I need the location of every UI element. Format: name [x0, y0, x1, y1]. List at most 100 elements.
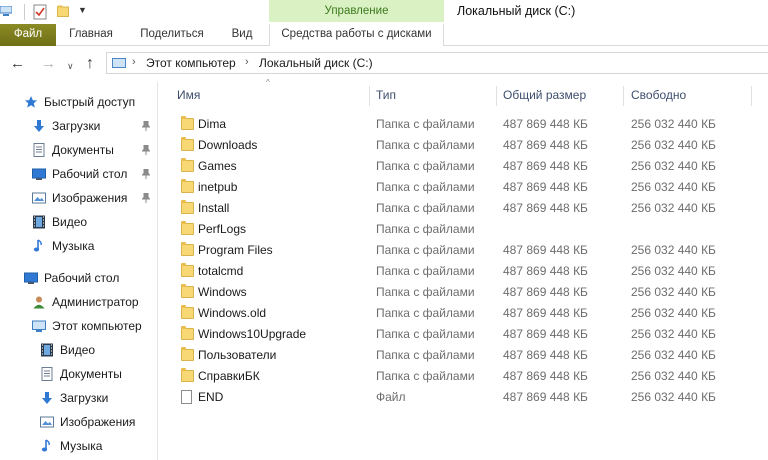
file-name: Dima [198, 117, 227, 131]
table-row[interactable]: Downloads Папка с файлами 487 869 448 КБ 25… [170, 135, 768, 156]
address-bar[interactable]: › Этот компьютер › Локальный диск (C:) [106, 52, 768, 74]
column-header-name[interactable]: Имя [177, 82, 200, 108]
table-row[interactable]: Windows Папка с файлами 487 869 448 КБ 256 … [170, 282, 768, 303]
document-icon [33, 143, 45, 157]
table-row[interactable]: Program Files Папка с файлами 487 869 448 … [170, 240, 768, 261]
file-name: Windows10Upgrade [198, 327, 307, 341]
file-name: totalcmd [198, 264, 244, 278]
recent-locations-icon[interactable]: ∨ [67, 59, 74, 74]
file-type: Папка с файлами [376, 180, 475, 194]
file-type: Папка с файлами [376, 138, 475, 152]
file-type: Папка с файлами [376, 243, 475, 257]
table-row[interactable]: PerfLogs Папка с файлами [170, 219, 768, 240]
pin-icon[interactable] [142, 169, 150, 179]
pictures-icon [32, 192, 46, 204]
music-note-icon [41, 439, 50, 452]
free-space: 256 032 440 КБ [631, 369, 716, 383]
tab-home[interactable]: Главная [56, 24, 126, 46]
navigation-pane: Быстрый доступ Загрузки Документы Рабочи… [0, 82, 158, 460]
tab-disk-tools[interactable]: Средства работы с дисками [269, 24, 444, 46]
column-header-total-size[interactable]: Общий размер [503, 82, 586, 108]
folder-icon [181, 200, 194, 214]
total-size: 487 869 448 КБ [503, 348, 588, 362]
computer-icon[interactable] [0, 6, 12, 16]
free-space: 256 032 440 КБ [631, 180, 716, 194]
total-size: 487 869 448 КБ [503, 264, 588, 278]
table-row[interactable]: END Файл 487 869 448 КБ 256 032 440 КБ [170, 387, 768, 408]
breadcrumb-chevron-icon[interactable]: › [132, 56, 136, 68]
folder-icon [181, 116, 194, 130]
column-divider[interactable] [623, 86, 624, 106]
desktop-icon [24, 272, 38, 284]
sidebar-item-desktop[interactable]: Рабочий стол [32, 163, 154, 185]
file-name: СправкиБК [198, 369, 260, 383]
column-divider[interactable] [751, 86, 752, 106]
table-row[interactable]: Windows10Upgrade Папка с файлами 487 869 4… [170, 324, 768, 345]
table-row[interactable]: Games Папка с файлами 487 869 448 КБ 256 03… [170, 156, 768, 177]
properties-icon[interactable] [33, 4, 47, 20]
up-arrow-icon[interactable]: ↑ [86, 56, 94, 72]
window-title: Локальный диск (C:) [457, 4, 576, 18]
table-row[interactable]: Windows.old Папка с файлами 487 869 448 КБ… [170, 303, 768, 324]
file-type: Папка с файлами [376, 201, 475, 215]
pin-icon[interactable] [142, 145, 150, 155]
file-name: PerfLogs [198, 222, 247, 236]
free-space: 256 032 440 КБ [631, 138, 716, 152]
column-header-type[interactable]: Тип [376, 82, 396, 108]
file-type: Папка с файлами [376, 264, 475, 278]
table-row[interactable]: Пользователи Папка с файлами 487 869 448 К… [170, 345, 768, 366]
column-divider[interactable] [369, 86, 370, 106]
sidebar-item-documents[interactable]: Документы [32, 139, 154, 161]
free-space: 256 032 440 КБ [631, 117, 716, 131]
star-icon [25, 96, 37, 108]
file-icon [181, 390, 192, 404]
total-size: 487 869 448 КБ [503, 201, 588, 215]
breadcrumb-this-pc[interactable]: Этот компьютер [146, 56, 236, 70]
table-row[interactable]: Dima Папка с файлами 487 869 448 КБ 256 032… [170, 114, 768, 135]
table-row[interactable]: Install Папка с файлами 487 869 448 КБ 256 … [170, 198, 768, 219]
file-type: Файл [376, 390, 406, 404]
column-header-free-space[interactable]: Свободно [631, 82, 686, 108]
free-space: 256 032 440 КБ [631, 264, 716, 278]
column-divider[interactable] [496, 86, 497, 106]
table-row[interactable]: СправкиБК Папка с файлами 487 869 448 КБ 25… [170, 366, 768, 387]
back-arrow-icon[interactable]: ← [10, 56, 25, 71]
tab-file[interactable]: Файл [0, 24, 56, 46]
download-arrow-icon [34, 120, 44, 132]
total-size: 487 869 448 КБ [503, 243, 588, 257]
sidebar-item-pictures[interactable]: Изображения [32, 187, 154, 209]
sidebar-item-downloads[interactable]: Загрузки [32, 115, 154, 137]
total-size: 487 869 448 КБ [503, 117, 588, 131]
pin-icon[interactable] [142, 193, 150, 203]
tab-share[interactable]: Поделиться [126, 24, 218, 46]
customize-quick-access-icon[interactable]: ▼ [78, 5, 87, 15]
total-size: 487 869 448 КБ [503, 306, 588, 320]
table-row[interactable]: totalcmd Папка с файлами 487 869 448 КБ 256… [170, 261, 768, 282]
forward-arrow-icon[interactable]: → [41, 56, 56, 71]
folder-icon [181, 368, 194, 382]
document-icon [41, 367, 53, 381]
computer-icon [112, 58, 126, 68]
file-name: Install [198, 201, 230, 215]
free-space: 256 032 440 КБ [631, 159, 716, 173]
total-size: 487 869 448 КБ [503, 159, 588, 173]
free-space: 256 032 440 КБ [631, 348, 716, 362]
breadcrumb-local-disk[interactable]: Локальный диск (C:) [259, 56, 373, 70]
total-size: 487 869 448 КБ [503, 369, 588, 383]
folder-icon [181, 242, 194, 256]
ribbon-tabs: Файл Главная Поделиться Вид Средства раб… [0, 24, 768, 46]
folder-icon [181, 179, 194, 193]
table-row[interactable]: inetpub Папка с файлами 487 869 448 КБ 256 … [170, 177, 768, 198]
computer-icon [32, 320, 46, 332]
total-size: 487 869 448 КБ [503, 390, 588, 404]
pin-icon[interactable] [142, 121, 150, 131]
breadcrumb-chevron-icon[interactable]: › [245, 56, 249, 68]
file-type: Папка с файлами [376, 348, 475, 362]
new-folder-icon[interactable] [57, 5, 69, 17]
tab-view[interactable]: Вид [218, 24, 266, 46]
file-type: Папка с файлами [376, 327, 475, 341]
file-type: Папка с файлами [376, 369, 475, 383]
pictures-icon [40, 416, 54, 428]
free-space: 256 032 440 КБ [631, 201, 716, 215]
title-bar: ▼ Управление Локальный диск (C:) [0, 0, 768, 24]
